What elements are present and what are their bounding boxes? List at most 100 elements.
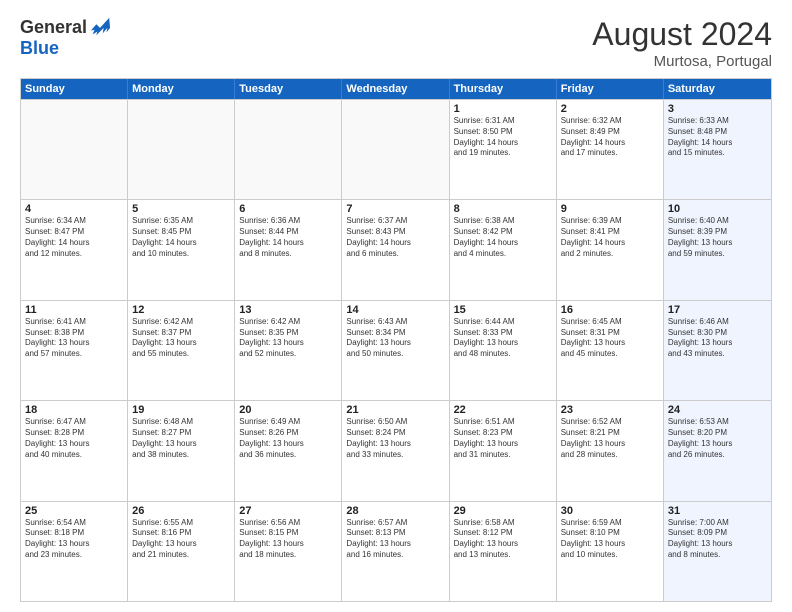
day-info: Sunrise: 6:37 AM Sunset: 8:43 PM Dayligh… [346, 216, 444, 259]
calendar-cell-1-5: 1Sunrise: 6:31 AM Sunset: 8:50 PM Daylig… [450, 100, 557, 199]
day-number: 15 [454, 304, 552, 316]
day-info: Sunrise: 6:48 AM Sunset: 8:27 PM Dayligh… [132, 417, 230, 460]
calendar-cell-5-5: 29Sunrise: 6:58 AM Sunset: 8:12 PM Dayli… [450, 502, 557, 601]
day-number: 20 [239, 404, 337, 416]
calendar-cell-2-6: 9Sunrise: 6:39 AM Sunset: 8:41 PM Daylig… [557, 200, 664, 299]
day-number: 8 [454, 203, 552, 215]
day-info: Sunrise: 6:53 AM Sunset: 8:20 PM Dayligh… [668, 417, 767, 460]
day-info: Sunrise: 6:57 AM Sunset: 8:13 PM Dayligh… [346, 518, 444, 561]
calendar-cell-4-2: 19Sunrise: 6:48 AM Sunset: 8:27 PM Dayli… [128, 401, 235, 500]
day-number: 22 [454, 404, 552, 416]
day-number: 14 [346, 304, 444, 316]
logo-bird-icon [89, 16, 111, 38]
calendar-cell-4-1: 18Sunrise: 6:47 AM Sunset: 8:28 PM Dayli… [21, 401, 128, 500]
day-number: 13 [239, 304, 337, 316]
day-info: Sunrise: 6:47 AM Sunset: 8:28 PM Dayligh… [25, 417, 123, 460]
day-info: Sunrise: 7:00 AM Sunset: 8:09 PM Dayligh… [668, 518, 767, 561]
day-number: 10 [668, 203, 767, 215]
calendar-cell-4-5: 22Sunrise: 6:51 AM Sunset: 8:23 PM Dayli… [450, 401, 557, 500]
day-info: Sunrise: 6:52 AM Sunset: 8:21 PM Dayligh… [561, 417, 659, 460]
logo-general: General [20, 17, 87, 38]
day-number: 17 [668, 304, 767, 316]
calendar-header: Sunday Monday Tuesday Wednesday Thursday… [21, 79, 771, 99]
calendar-cell-2-2: 5Sunrise: 6:35 AM Sunset: 8:45 PM Daylig… [128, 200, 235, 299]
calendar-cell-5-2: 26Sunrise: 6:55 AM Sunset: 8:16 PM Dayli… [128, 502, 235, 601]
location: Murtosa, Portugal [592, 53, 772, 70]
day-info: Sunrise: 6:34 AM Sunset: 8:47 PM Dayligh… [25, 216, 123, 259]
day-number: 16 [561, 304, 659, 316]
calendar-row-4: 18Sunrise: 6:47 AM Sunset: 8:28 PM Dayli… [21, 400, 771, 500]
day-number: 21 [346, 404, 444, 416]
day-info: Sunrise: 6:44 AM Sunset: 8:33 PM Dayligh… [454, 317, 552, 360]
day-number: 23 [561, 404, 659, 416]
day-info: Sunrise: 6:58 AM Sunset: 8:12 PM Dayligh… [454, 518, 552, 561]
day-number: 1 [454, 103, 552, 115]
header: General Blue August 2024 Murtosa, Portug… [20, 16, 772, 70]
calendar-row-2: 4Sunrise: 6:34 AM Sunset: 8:47 PM Daylig… [21, 199, 771, 299]
day-info: Sunrise: 6:38 AM Sunset: 8:42 PM Dayligh… [454, 216, 552, 259]
calendar-cell-5-6: 30Sunrise: 6:59 AM Sunset: 8:10 PM Dayli… [557, 502, 664, 601]
day-info: Sunrise: 6:51 AM Sunset: 8:23 PM Dayligh… [454, 417, 552, 460]
calendar-body: 1Sunrise: 6:31 AM Sunset: 8:50 PM Daylig… [21, 99, 771, 601]
day-number: 18 [25, 404, 123, 416]
calendar-row-3: 11Sunrise: 6:41 AM Sunset: 8:38 PM Dayli… [21, 300, 771, 400]
day-info: Sunrise: 6:32 AM Sunset: 8:49 PM Dayligh… [561, 116, 659, 159]
month-year: August 2024 [592, 16, 772, 53]
day-info: Sunrise: 6:46 AM Sunset: 8:30 PM Dayligh… [668, 317, 767, 360]
day-info: Sunrise: 6:55 AM Sunset: 8:16 PM Dayligh… [132, 518, 230, 561]
calendar: Sunday Monday Tuesday Wednesday Thursday… [20, 78, 772, 602]
calendar-cell-1-2 [128, 100, 235, 199]
day-info: Sunrise: 6:39 AM Sunset: 8:41 PM Dayligh… [561, 216, 659, 259]
calendar-cell-1-4 [342, 100, 449, 199]
day-number: 6 [239, 203, 337, 215]
calendar-cell-3-7: 17Sunrise: 6:46 AM Sunset: 8:30 PM Dayli… [664, 301, 771, 400]
calendar-cell-2-5: 8Sunrise: 6:38 AM Sunset: 8:42 PM Daylig… [450, 200, 557, 299]
day-info: Sunrise: 6:31 AM Sunset: 8:50 PM Dayligh… [454, 116, 552, 159]
day-number: 27 [239, 505, 337, 517]
day-number: 11 [25, 304, 123, 316]
header-sunday: Sunday [21, 79, 128, 99]
day-number: 29 [454, 505, 552, 517]
day-info: Sunrise: 6:50 AM Sunset: 8:24 PM Dayligh… [346, 417, 444, 460]
page: General Blue August 2024 Murtosa, Portug… [0, 0, 792, 612]
day-number: 9 [561, 203, 659, 215]
calendar-cell-2-1: 4Sunrise: 6:34 AM Sunset: 8:47 PM Daylig… [21, 200, 128, 299]
calendar-cell-3-1: 11Sunrise: 6:41 AM Sunset: 8:38 PM Dayli… [21, 301, 128, 400]
logo-text: General [20, 16, 111, 38]
calendar-cell-3-4: 14Sunrise: 6:43 AM Sunset: 8:34 PM Dayli… [342, 301, 449, 400]
logo: General Blue [20, 16, 111, 59]
logo-blue: Blue [20, 38, 59, 59]
day-info: Sunrise: 6:35 AM Sunset: 8:45 PM Dayligh… [132, 216, 230, 259]
day-info: Sunrise: 6:40 AM Sunset: 8:39 PM Dayligh… [668, 216, 767, 259]
day-number: 2 [561, 103, 659, 115]
day-info: Sunrise: 6:36 AM Sunset: 8:44 PM Dayligh… [239, 216, 337, 259]
day-info: Sunrise: 6:41 AM Sunset: 8:38 PM Dayligh… [25, 317, 123, 360]
day-number: 4 [25, 203, 123, 215]
calendar-row-1: 1Sunrise: 6:31 AM Sunset: 8:50 PM Daylig… [21, 99, 771, 199]
calendar-cell-1-6: 2Sunrise: 6:32 AM Sunset: 8:49 PM Daylig… [557, 100, 664, 199]
header-wednesday: Wednesday [342, 79, 449, 99]
day-number: 19 [132, 404, 230, 416]
day-info: Sunrise: 6:42 AM Sunset: 8:37 PM Dayligh… [132, 317, 230, 360]
day-number: 31 [668, 505, 767, 517]
calendar-cell-5-3: 27Sunrise: 6:56 AM Sunset: 8:15 PM Dayli… [235, 502, 342, 601]
calendar-row-5: 25Sunrise: 6:54 AM Sunset: 8:18 PM Dayli… [21, 501, 771, 601]
day-info: Sunrise: 6:42 AM Sunset: 8:35 PM Dayligh… [239, 317, 337, 360]
day-info: Sunrise: 6:43 AM Sunset: 8:34 PM Dayligh… [346, 317, 444, 360]
calendar-cell-4-3: 20Sunrise: 6:49 AM Sunset: 8:26 PM Dayli… [235, 401, 342, 500]
calendar-cell-2-7: 10Sunrise: 6:40 AM Sunset: 8:39 PM Dayli… [664, 200, 771, 299]
calendar-cell-5-1: 25Sunrise: 6:54 AM Sunset: 8:18 PM Dayli… [21, 502, 128, 601]
calendar-cell-1-1 [21, 100, 128, 199]
header-friday: Friday [557, 79, 664, 99]
day-number: 12 [132, 304, 230, 316]
calendar-cell-3-2: 12Sunrise: 6:42 AM Sunset: 8:37 PM Dayli… [128, 301, 235, 400]
day-info: Sunrise: 6:59 AM Sunset: 8:10 PM Dayligh… [561, 518, 659, 561]
header-tuesday: Tuesday [235, 79, 342, 99]
day-number: 30 [561, 505, 659, 517]
day-number: 3 [668, 103, 767, 115]
calendar-cell-5-7: 31Sunrise: 7:00 AM Sunset: 8:09 PM Dayli… [664, 502, 771, 601]
calendar-cell-3-6: 16Sunrise: 6:45 AM Sunset: 8:31 PM Dayli… [557, 301, 664, 400]
title-block: August 2024 Murtosa, Portugal [592, 16, 772, 70]
calendar-cell-1-3 [235, 100, 342, 199]
day-number: 7 [346, 203, 444, 215]
